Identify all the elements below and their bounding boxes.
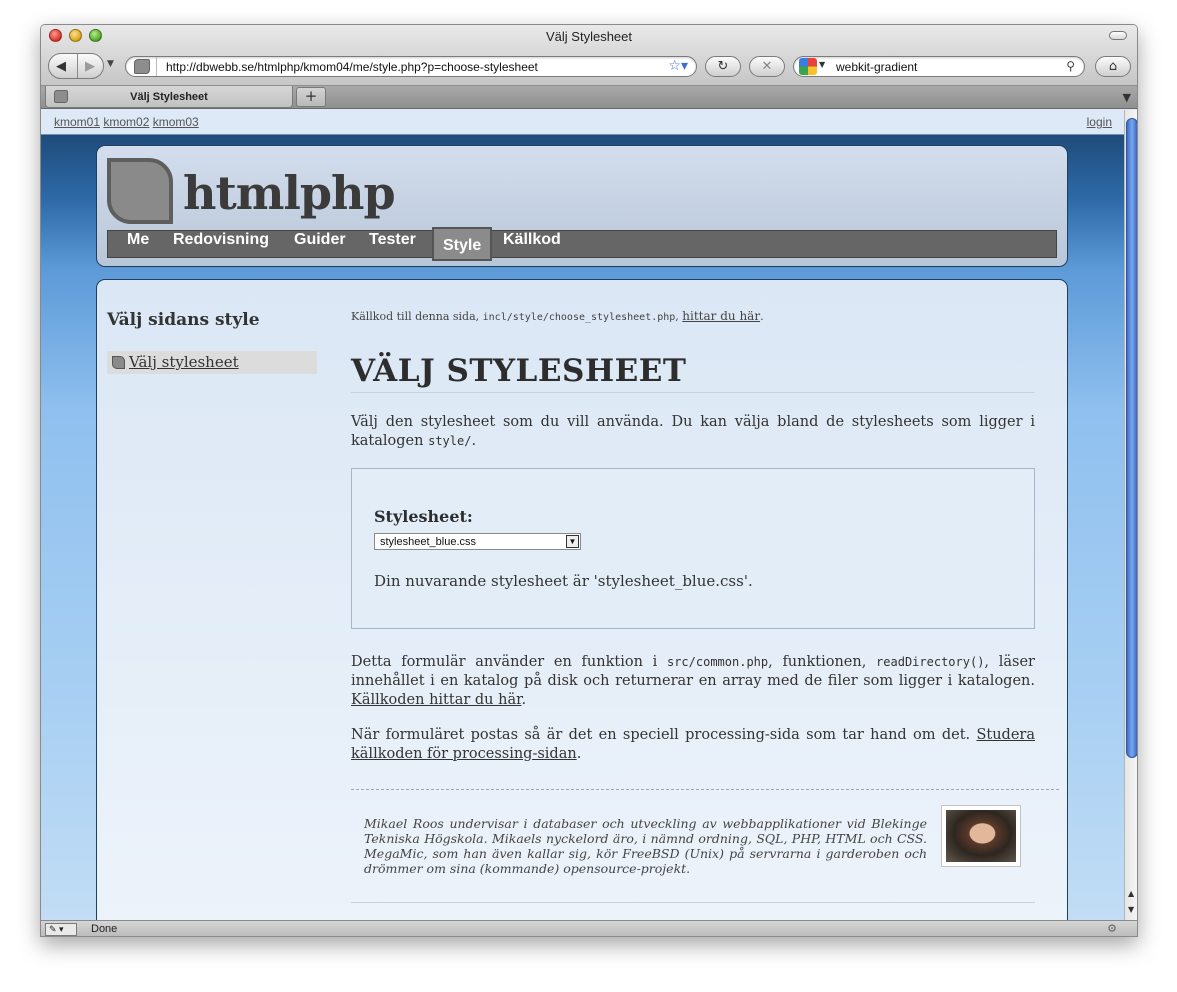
stylesheet-form: Stylesheet: stylesheet_blue.css ▼ Din nu… — [351, 468, 1035, 629]
processing-paragraph: När formuläret postas så är det en speci… — [351, 726, 1035, 764]
search-engine-dropdown-icon[interactable]: ▼ — [819, 60, 825, 69]
browser-toolbar: Välj Stylesheet ◀ ▶ ▼ http://dbwebb.se/h… — [41, 25, 1137, 86]
source-note: Källkod till denna sida, incl/style/choo… — [351, 309, 764, 323]
scrollbar-thumb[interactable] — [1126, 118, 1137, 758]
history-dropdown-icon[interactable]: ▼ — [107, 59, 114, 69]
vertical-scrollbar[interactable]: ▲ ▼ — [1124, 110, 1137, 920]
top-link-bar: kmom01 kmom02 kmom03 login — [41, 110, 1124, 135]
status-text: Done — [91, 923, 118, 935]
nav-style[interactable]: Style — [432, 227, 493, 261]
tab-label: Välj Stylesheet — [130, 91, 208, 103]
link-kmom03[interactable]: kmom03 — [153, 115, 199, 129]
source-link[interactable]: hittar du här — [682, 309, 760, 323]
address-bar[interactable]: http://dbwebb.se/htmlphp/kmom04/me/style… — [125, 56, 697, 77]
status-activity-icon: ⚙ — [1107, 923, 1117, 935]
nav-guider[interactable]: Guider — [285, 231, 355, 257]
nav-tester[interactable]: Tester — [360, 231, 425, 257]
p2-code-func: readDirectory() — [876, 655, 985, 669]
tab-valj-stylesheet[interactable]: Välj Stylesheet — [45, 86, 293, 108]
current-stylesheet-text: Din nuvarande stylesheet är 'stylesheet_… — [374, 572, 753, 590]
p3-text: När formuläret postas så är det en speci… — [351, 727, 977, 743]
forward-arrow-icon[interactable]: ▶ — [85, 59, 95, 74]
search-icon[interactable]: ⚲ — [1066, 59, 1075, 73]
function-paragraph: Detta formulär använder en funktion i sr… — [351, 653, 1035, 710]
scroll-up-arrow-icon[interactable]: ▲ — [1128, 889, 1134, 898]
site-logo-icon[interactable] — [107, 158, 173, 224]
button-divider — [77, 54, 78, 78]
stylesheet-select[interactable]: stylesheet_blue.css ▼ — [374, 533, 581, 550]
address-divider — [156, 57, 157, 76]
nav-kallkod[interactable]: Källkod — [494, 231, 570, 257]
source-file: incl/style/choose_stylesheet.php — [482, 312, 676, 323]
source-prefix: Källkod till denna sida, — [351, 310, 483, 323]
stylesheet-label: Stylesheet: — [374, 507, 473, 526]
window-title: Välj Stylesheet — [546, 29, 632, 44]
p3-end: . — [576, 746, 582, 762]
footer-divider — [351, 902, 1035, 903]
stop-button[interactable]: ✕ — [749, 56, 785, 77]
bookmark-star-icon[interactable]: ☆▾ — [668, 58, 688, 74]
author-avatar — [941, 805, 1021, 867]
p2-code-file: src/common.php — [666, 655, 769, 669]
p2-end: . — [521, 692, 527, 708]
link-kmom02[interactable]: kmom02 — [103, 115, 149, 129]
site-favicon-icon — [134, 59, 150, 74]
new-tab-button[interactable]: + — [296, 87, 326, 107]
bullet-icon — [112, 356, 125, 369]
home-button[interactable]: ⌂ — [1095, 56, 1131, 77]
sidebar-title: Välj sidans style — [107, 310, 260, 330]
main-navbar: Me Redovisning Guider Tester Style Källk… — [107, 227, 1057, 261]
p2-text-a: Detta formulär använder en funktion i — [351, 654, 667, 670]
page-viewport: kmom01 kmom02 kmom03 login htmlphp Me Re… — [41, 110, 1124, 920]
source-code-link[interactable]: Källkoden hittar du här — [351, 692, 521, 708]
sidebar-item-valj-stylesheet[interactable]: Välj stylesheet — [107, 351, 317, 374]
status-tool-icon[interactable]: ✎ ▾ — [45, 923, 77, 936]
search-bar[interactable]: ▼ webkit-gradient ⚲ — [793, 56, 1085, 77]
nav-me[interactable]: Me — [118, 231, 158, 257]
link-kmom01[interactable]: kmom01 — [54, 115, 100, 129]
tab-bar: Välj Stylesheet + ▼ — [41, 86, 1137, 109]
back-forward-buttons: ◀ ▶ — [48, 53, 104, 79]
scroll-down-arrow-icon[interactable]: ▼ — [1128, 905, 1134, 914]
byline-divider — [351, 789, 1059, 790]
url-text[interactable]: http://dbwebb.se/htmlphp/kmom04/me/style… — [166, 60, 538, 74]
back-arrow-icon[interactable]: ◀ — [56, 59, 66, 74]
author-byline: Mikael Roos undervisar i databaser och u… — [364, 816, 927, 876]
site-header: htmlphp Me Redovisning Guider Tester Sty… — [96, 145, 1068, 267]
intro-code: style/ — [428, 434, 472, 448]
site-title[interactable]: htmlphp — [183, 166, 396, 220]
search-engine-icon[interactable] — [799, 58, 817, 75]
status-bar: ✎ ▾ Done ⚙ — [41, 920, 1137, 936]
reload-button[interactable]: ↻ — [705, 56, 741, 77]
intro-end: . — [471, 433, 477, 449]
kmom-links: kmom01 kmom02 kmom03 — [54, 115, 199, 129]
login-link[interactable]: login — [1087, 115, 1112, 129]
search-input[interactable]: webkit-gradient — [836, 60, 917, 74]
page-title: VÄLJ STYLESHEET — [351, 353, 1035, 393]
chevron-down-icon[interactable]: ▼ — [566, 535, 579, 548]
source-end: . — [760, 310, 764, 323]
tab-list-menu-icon[interactable]: ▼ — [1123, 91, 1131, 104]
select-value: stylesheet_blue.css — [380, 536, 476, 548]
content-area: Välj sidans style Välj stylesheet Källko… — [96, 279, 1068, 920]
p2-text-b: , funktionen, — [768, 654, 877, 670]
nav-redovisning[interactable]: Redovisning — [164, 231, 278, 257]
toolbar-toggle-button[interactable] — [1109, 31, 1127, 40]
sidebar-item-label[interactable]: Välj stylesheet — [129, 353, 239, 371]
browser-window: Välj Stylesheet ◀ ▶ ▼ http://dbwebb.se/h… — [40, 24, 1138, 937]
author-photo — [946, 810, 1016, 862]
intro-paragraph: Välj den stylesheet som du vill använda.… — [351, 413, 1035, 451]
main-column: Källkod till denna sida, incl/style/choo… — [351, 280, 1059, 920]
